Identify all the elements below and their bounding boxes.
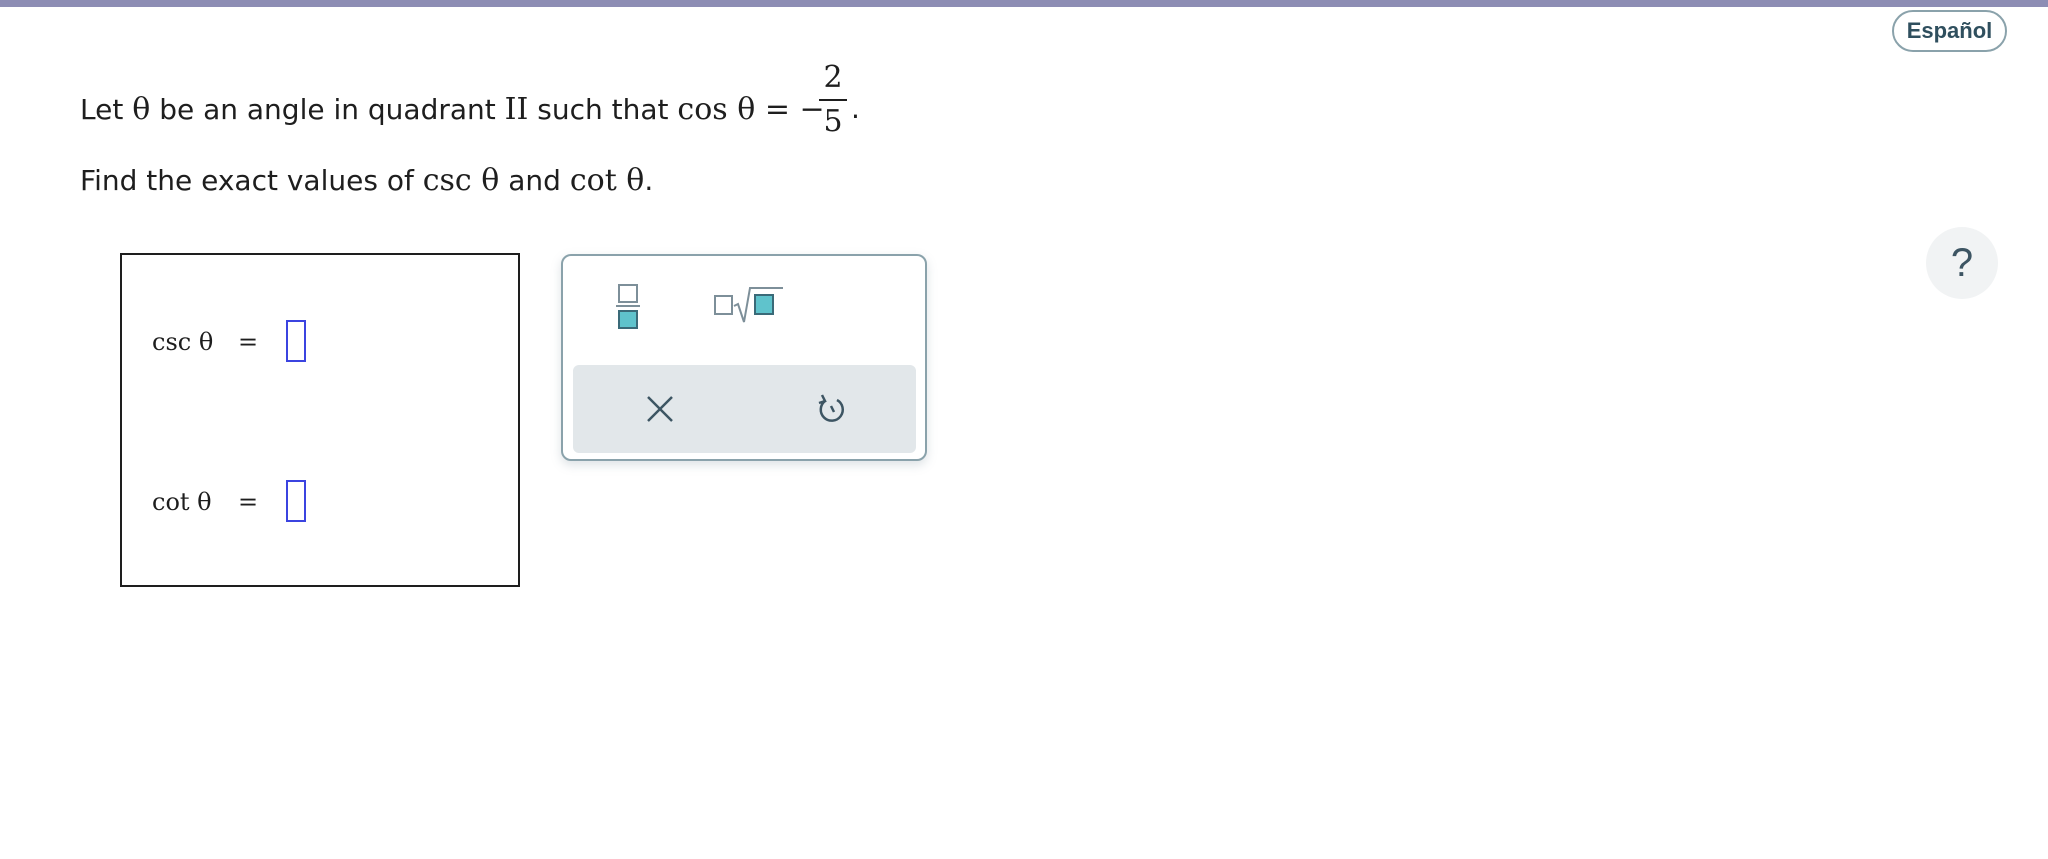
fraction-denominator: 5 (823, 104, 843, 139)
equals-sign: = (238, 488, 259, 516)
csc-answer-input[interactable] (286, 320, 306, 362)
clear-icon (647, 396, 673, 422)
quadrant-numeral: II (504, 92, 529, 127)
sentence-period: . (644, 164, 654, 197)
undo-button[interactable] (806, 384, 856, 434)
mixed-radical-tool-button[interactable] (703, 276, 783, 336)
math-palette (561, 254, 927, 461)
theta-symbol: θ (132, 92, 151, 127)
problem-text: be an angle in quadrant (159, 93, 496, 126)
cot-expression: cot θ (569, 163, 645, 198)
equals-sign: = (238, 328, 259, 356)
answer-row-csc: csc θ = (152, 320, 482, 370)
problem-text: and (508, 164, 561, 197)
fraction-tool-button[interactable] (599, 276, 659, 336)
palette-actions-bar (573, 365, 916, 453)
cos-fraction: 2 5 (815, 58, 851, 142)
help-button[interactable]: ? (1926, 227, 1998, 299)
sentence-period: . (851, 92, 860, 125)
mixed-radical-icon (714, 287, 783, 323)
answer-box: csc θ = cot θ = (120, 253, 520, 587)
csc-expression: csc θ (422, 163, 500, 198)
fraction-bar (819, 99, 847, 101)
fraction-numerator: 2 (823, 60, 843, 95)
problem-statement-line1: Let θ be an angle in quadrant II such th… (80, 92, 825, 127)
answer-label-csc: csc θ (152, 328, 214, 356)
problem-text: Find the exact values of (80, 164, 414, 197)
language-toggle-button[interactable]: Español (1892, 10, 2007, 52)
answer-row-cot: cot θ = (152, 480, 482, 530)
answer-label-cot: cot θ (152, 488, 212, 516)
problem-statement-line2: Find the exact values of csc θ and cot θ… (80, 163, 653, 198)
top-accent-bar (0, 0, 2048, 7)
undo-icon (818, 394, 844, 422)
problem-text: such that (537, 93, 669, 126)
problem-text: Let (80, 93, 124, 126)
fraction-icon (616, 284, 640, 329)
cot-answer-input[interactable] (286, 480, 306, 522)
clear-button[interactable] (635, 384, 685, 434)
cos-expression: cos θ = − (677, 92, 825, 127)
